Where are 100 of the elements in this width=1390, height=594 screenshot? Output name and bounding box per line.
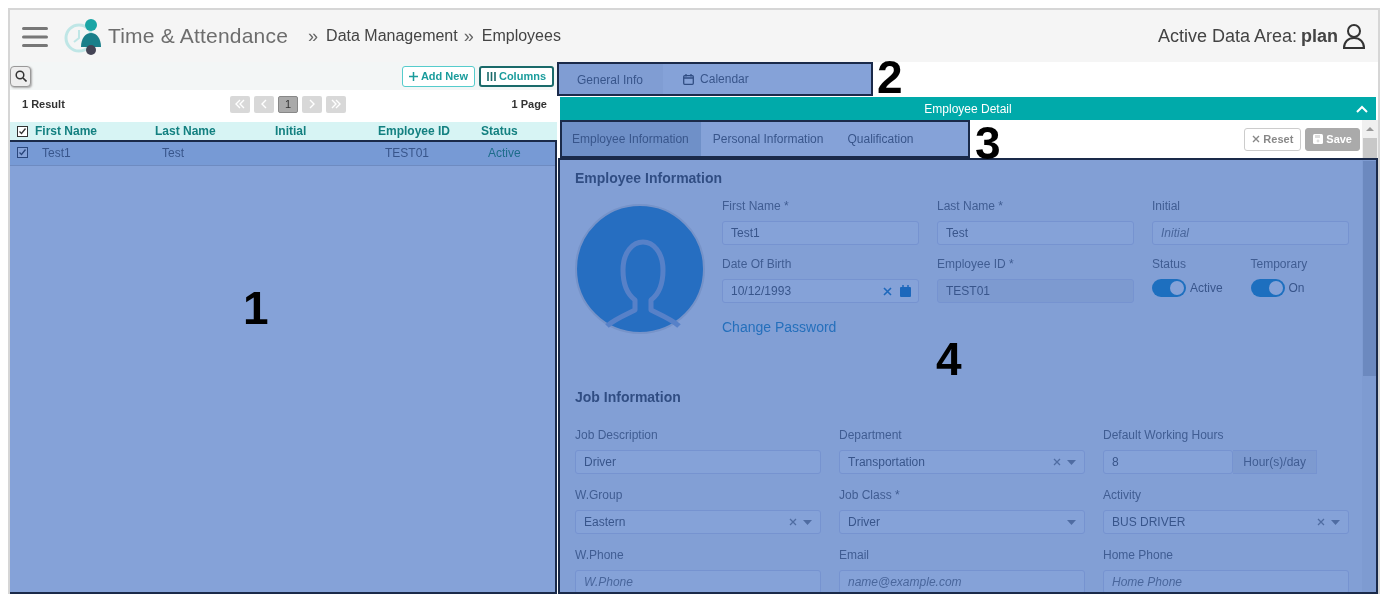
dropdown[interactable]: Driver	[839, 510, 1085, 534]
breadcrumb-link[interactable]: Data Management	[326, 24, 458, 48]
input-field[interactable]: W.Phone	[575, 570, 821, 594]
change-password-link[interactable]: Change Password	[722, 319, 837, 335]
search-button[interactable]	[10, 65, 31, 87]
dropdown[interactable]: Transportation	[839, 450, 1085, 474]
scrollbar[interactable]	[1362, 158, 1378, 594]
user-icon	[1342, 23, 1366, 49]
table-cell: TEST01	[385, 145, 429, 160]
field-label: Temporary	[1250, 256, 1309, 273]
check-icon	[18, 126, 27, 136]
column-header[interactable]: Status	[481, 122, 557, 140]
clear-icon	[789, 518, 797, 526]
input-field[interactable]: Initial	[1152, 221, 1349, 245]
clear-icon	[1053, 458, 1061, 466]
table-row[interactable]: Test1 Test TEST01 Active	[10, 140, 557, 166]
tab[interactable]: General Info	[557, 62, 664, 96]
last-page-icon	[331, 99, 342, 109]
next-page-button[interactable]	[302, 95, 323, 113]
dropdown-value: BUS DRIVER	[1112, 514, 1187, 531]
toggle-switch[interactable]	[1250, 279, 1285, 297]
clear-icon	[883, 286, 892, 296]
tab[interactable]: Employee Information	[560, 120, 701, 158]
input-field[interactable]: Driver	[575, 450, 821, 474]
column-header[interactable]: Initial	[275, 122, 378, 140]
chevron-up-icon	[1356, 104, 1368, 113]
first-page-icon	[235, 99, 246, 109]
column-header[interactable]: First Name	[35, 122, 155, 140]
checkbox[interactable]	[17, 125, 28, 137]
clear-icon	[1317, 518, 1325, 526]
page-count: 1 Page	[511, 96, 547, 112]
panel-title: Employee Detail	[924, 100, 1012, 118]
field-label: Initial	[1152, 198, 1181, 215]
input-field[interactable]: name@example.com	[839, 570, 1085, 594]
last-page-button[interactable]	[326, 95, 347, 113]
field-label: Job Description	[575, 427, 659, 444]
section-title: Job Information	[575, 388, 682, 407]
input-field[interactable]: Test1	[722, 221, 919, 245]
field-label: W.Phone	[575, 547, 625, 564]
calendar-icon	[683, 73, 695, 85]
field-label: Date Of Birth	[722, 256, 793, 273]
toggle-label: Active	[1190, 280, 1223, 297]
field-label: Default Working Hours	[1103, 427, 1225, 444]
field-label: First Name *	[722, 198, 790, 215]
dropdown[interactable]: BUS DRIVER	[1103, 510, 1349, 534]
caret-icon	[803, 519, 812, 525]
annotation-number: 2	[877, 54, 903, 100]
menu-icon	[22, 25, 48, 48]
annotation-number: 4	[936, 336, 962, 382]
annotation-number: 1	[243, 285, 269, 331]
field-label: W.Group	[575, 487, 624, 504]
clear-button[interactable]	[883, 286, 892, 296]
first-page-button[interactable]	[230, 95, 251, 113]
table-cell: Test	[162, 145, 184, 160]
input-field[interactable]: 8	[1103, 450, 1234, 474]
reset-button[interactable]: Reset	[1244, 127, 1302, 151]
field-label: Department	[839, 427, 903, 444]
input-field[interactable]: Home Phone	[1103, 570, 1349, 594]
annotation-number: 3	[975, 120, 1001, 166]
dropdown-value: Driver	[848, 514, 881, 531]
toggle-switch[interactable]	[1152, 279, 1186, 297]
page-button[interactable]: 1	[278, 95, 299, 113]
plus-icon	[408, 71, 418, 81]
caret-icon	[1331, 519, 1340, 525]
user-button[interactable]	[1342, 23, 1366, 49]
scrollbar[interactable]	[1362, 120, 1378, 158]
columns-icon	[486, 71, 496, 81]
menu-button[interactable]	[22, 24, 48, 48]
previous-page-button[interactable]	[254, 95, 275, 113]
data-area-label: Active Data Area:	[1157, 24, 1297, 48]
collapse-button[interactable]	[1356, 104, 1368, 113]
field-label: Status	[1152, 256, 1188, 273]
calendar-button[interactable]	[900, 285, 911, 297]
field-label: Employee ID *	[937, 256, 1015, 273]
add-new-button[interactable]: Add New	[401, 65, 475, 87]
columns-button[interactable]: Columns	[478, 65, 554, 87]
input-field[interactable]: Test	[937, 221, 1134, 245]
dropdown-value: Eastern	[584, 514, 627, 531]
caret-icon	[1067, 459, 1076, 465]
checkbox[interactable]	[17, 147, 28, 158]
field-label: Job Class *	[839, 487, 901, 504]
app-title: Time & Attendance	[108, 23, 289, 50]
field-label: Email	[839, 547, 870, 564]
breadcrumb-link[interactable]: Employees	[481, 24, 561, 48]
date-field[interactable]: 10/12/1993	[722, 279, 919, 303]
result-count: 1 Result	[22, 96, 65, 112]
data-area-value: plan	[1301, 24, 1338, 48]
field-label: Home Phone	[1103, 547, 1175, 564]
section-title: Employee Information	[575, 169, 724, 188]
column-header[interactable]: Last Name	[155, 122, 275, 140]
scroll-up-icon	[1366, 126, 1374, 131]
dropdown[interactable]: Eastern	[575, 510, 821, 534]
column-header[interactable]: Employee ID	[378, 122, 481, 140]
table-cell: Test1	[42, 145, 71, 160]
search-icon	[14, 70, 27, 82]
toggle-label: On	[1288, 280, 1305, 297]
breadcrumb-separator: »	[463, 24, 474, 48]
caret-icon	[1067, 519, 1076, 525]
calendar-icon	[900, 285, 911, 297]
field-label: Last Name *	[937, 198, 1005, 215]
